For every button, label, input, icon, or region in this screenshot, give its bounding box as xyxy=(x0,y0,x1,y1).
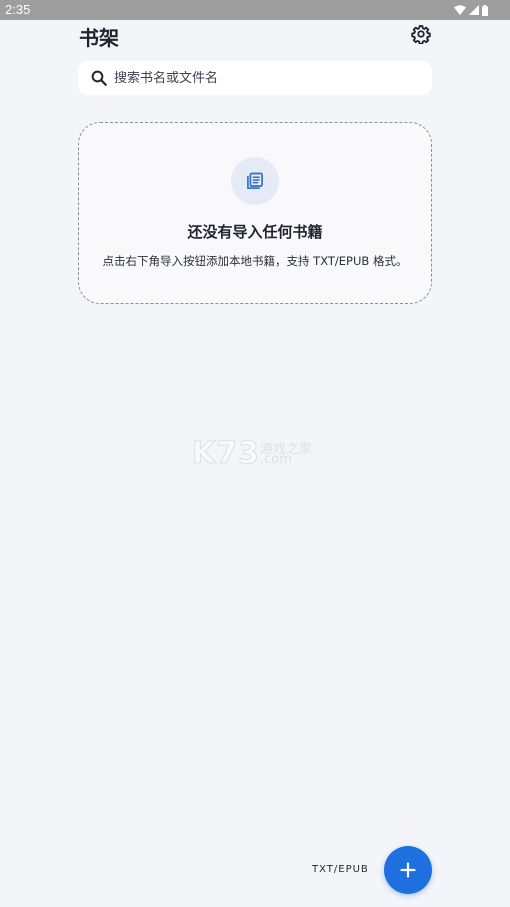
empty-state-title: 还没有导入任何书籍 xyxy=(187,223,323,241)
gear-icon xyxy=(411,25,431,44)
cellular-signal-icon xyxy=(469,5,479,15)
empty-state-card: 还没有导入任何书籍 点击右下角导入按钮添加本地书籍，支持 TXT/EPUB 格式… xyxy=(78,122,432,304)
plus-icon xyxy=(400,862,416,878)
empty-state-icon-badge xyxy=(231,157,279,205)
import-button[interactable] xyxy=(384,846,432,894)
settings-button[interactable] xyxy=(410,23,432,45)
watermark-site-domain: .com xyxy=(260,452,292,467)
empty-state-description: 点击右下角导入按钮添加本地书籍，支持 TXT/EPUB 格式。 xyxy=(102,254,408,268)
status-time: 2:35 xyxy=(5,2,31,17)
search-bar[interactable] xyxy=(78,61,432,95)
watermark-logo: K73 游戏之家 .com xyxy=(192,436,322,472)
wifi-icon xyxy=(454,5,466,15)
status-icons xyxy=(454,4,488,16)
battery-icon xyxy=(482,4,488,16)
status-bar: 2:35 xyxy=(0,0,510,20)
search-icon xyxy=(91,70,107,86)
watermark-brand: K73 xyxy=(192,436,260,472)
book-list-icon xyxy=(247,172,263,189)
search-input[interactable] xyxy=(114,70,414,86)
import-format-label: TXT/EPUB xyxy=(312,864,369,875)
page-title: 书架 xyxy=(79,26,119,50)
